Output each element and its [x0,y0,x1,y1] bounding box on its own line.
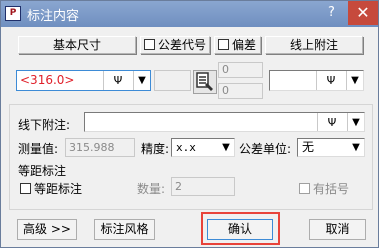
cancel-button[interactable]: 取消 [309,219,366,240]
table-query-icon [196,72,213,91]
lower-note-dropdown-arrow[interactable]: ▼ [347,113,364,131]
upper-deviation-field[interactable]: 0 [218,62,263,78]
dimension-content-dialog: P 标注内容 ? ✕ 基本尺寸 公差代号 偏差 线上附注 <316.0> Ψ ▼… [0,0,379,248]
advanced-button[interactable]: 高级 >> [17,219,77,240]
main-value-field-extra [154,70,191,91]
help-button[interactable]: ? [319,2,344,24]
upper-note-dropdown-arrow[interactable]: ▼ [346,71,363,90]
close-button[interactable]: ✕ [348,1,378,25]
lower-note-symbol-button[interactable]: Ψ [317,113,346,131]
tolerance-unit-select[interactable]: 无 ▼ [297,138,365,157]
app-icon: P [5,6,21,21]
precision-dropdown-arrow[interactable]: ▼ [218,139,234,156]
symbol-dropdown-arrow[interactable]: ▼ [133,71,150,90]
upper-note-symbol-button[interactable]: Ψ [316,71,345,90]
bracket-check-box [299,183,310,194]
dimension-style-button[interactable]: 标注风格 [94,219,155,240]
deviation-checkbox[interactable]: 偏差 [214,36,261,54]
tolerance-unit-label: 公差单位: [239,142,292,156]
insert-symbol-button[interactable]: Ψ [103,71,132,90]
bracket-checkbox: 有括号 [299,180,349,197]
lower-note-input[interactable]: Ψ ▼ [84,112,365,132]
lower-note-label: 线下附注: [18,118,71,132]
title-bar: P 标注内容 ? ✕ [1,1,378,27]
upper-note-label: 线上附注 [265,36,363,54]
dialog-title: 标注内容 [27,9,80,24]
deviation-check-box[interactable] [218,39,229,50]
equal-spacing-check-box[interactable] [20,183,31,194]
tolerance-table-button[interactable] [193,70,217,94]
main-value-text: <316.0> [20,73,75,87]
precision-label: 精度: [141,142,170,156]
spacing-group-title: 等距标注 [18,164,67,178]
basic-size-label: 基本尺寸 [18,36,136,54]
tolerance-unit-dropdown-arrow[interactable]: ▼ [348,139,364,156]
tolerance-code-check-box[interactable] [144,39,155,50]
ok-button[interactable]: 确认 [207,219,273,240]
tolerance-code-checkbox[interactable]: 公差代号 [140,36,210,54]
equal-spacing-checkbox[interactable]: 等距标注 [20,180,82,197]
upper-note-input[interactable]: Ψ ▼ [269,70,364,91]
precision-select[interactable]: x.x ▼ [171,138,235,157]
measured-value-field: 315.988 [65,138,135,157]
count-field: 2 [171,177,235,196]
measured-value-label: 测量值: [18,142,59,156]
lower-deviation-field[interactable]: 0 [218,83,263,99]
main-value-input[interactable]: <316.0> Ψ ▼ [16,70,151,91]
count-label: 数量: [137,182,166,196]
